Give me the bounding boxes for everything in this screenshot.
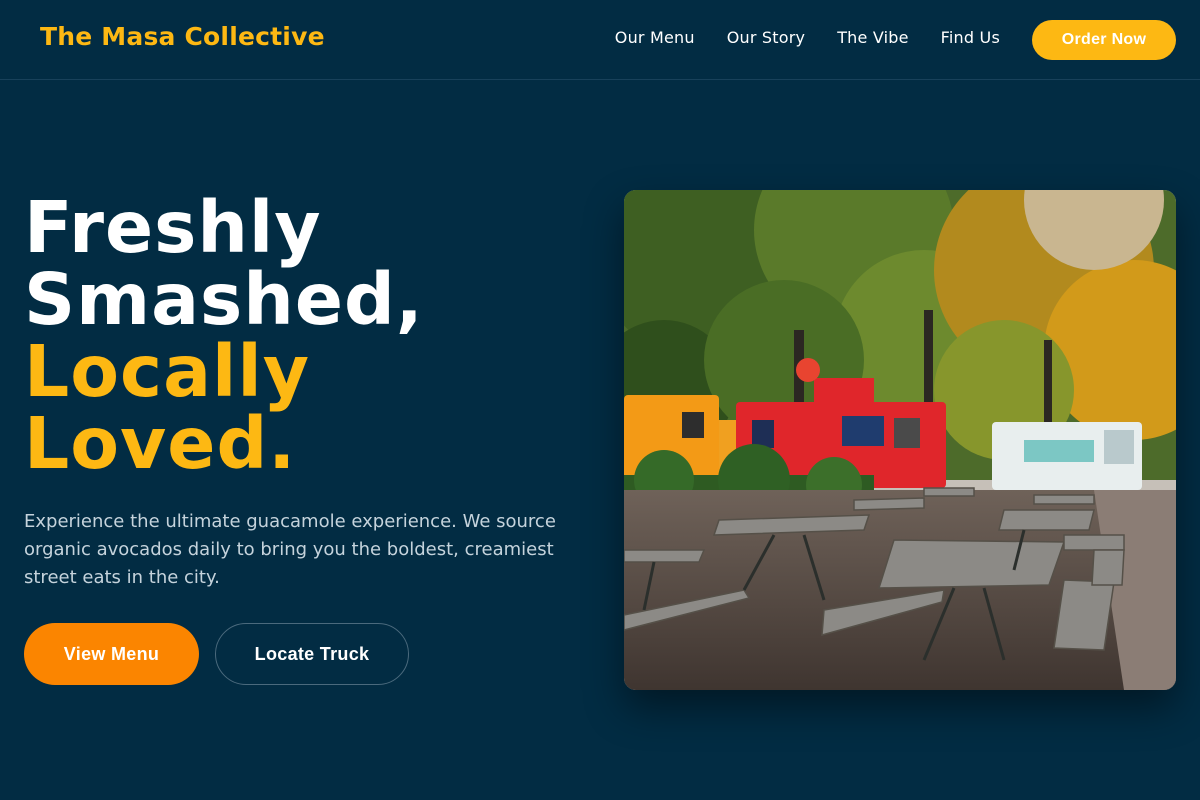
hero-title-highlight: Locally — [24, 330, 310, 413]
nav-link-find-us[interactable]: Find Us — [941, 28, 1000, 47]
nav-link-our-menu[interactable]: Our Menu — [615, 28, 695, 47]
nav-link-our-story[interactable]: Our Story — [727, 28, 805, 47]
view-menu-button[interactable]: View Menu — [24, 623, 199, 685]
brand-logo[interactable]: The Masa Collective — [40, 22, 325, 51]
hero-description: Experience the ultimate guacamole experi… — [24, 511, 556, 588]
nav-links: Our Menu Our Story The Vibe Find Us — [615, 28, 1000, 47]
hero-image — [624, 190, 1176, 690]
hero-title: Freshly Smashed, Locally Loved. — [24, 192, 424, 480]
locate-truck-button[interactable]: Locate Truck — [215, 623, 409, 685]
hero-title-highlight: Loved. — [24, 402, 297, 485]
hero-title-line: Smashed, — [24, 258, 424, 341]
food-truck-park-photo — [624, 190, 1176, 690]
nav-link-the-vibe[interactable]: The Vibe — [837, 28, 908, 47]
navbar: The Masa Collective Our Menu Our Story T… — [0, 0, 1200, 80]
hero-title-line: Freshly — [24, 186, 322, 269]
order-now-button[interactable]: Order Now — [1032, 20, 1176, 60]
